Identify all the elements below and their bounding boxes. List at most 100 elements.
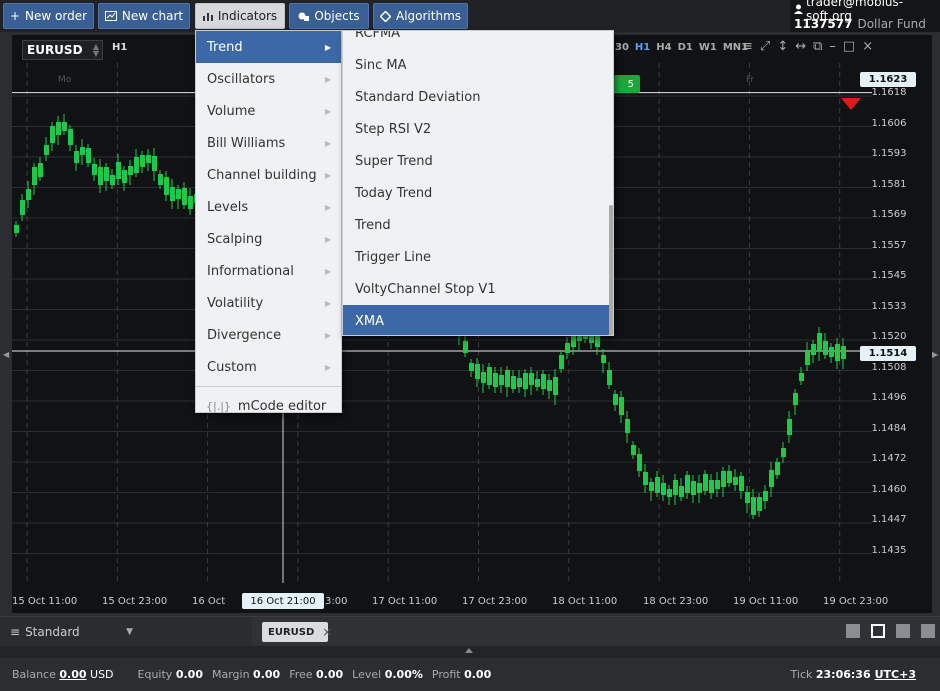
submenu-item-today-trend[interactable]: Today Trend <box>343 177 609 209</box>
workspace-selector[interactable]: ≡ Standard ▼ <box>0 617 148 646</box>
price-box-current: 1.1514 <box>860 346 916 361</box>
submenu-arrow-icon: ▶ <box>324 170 331 180</box>
submenu-item-sinc-ma[interactable]: Sinc MA <box>343 49 609 81</box>
close-icon[interactable]: × <box>862 39 873 54</box>
candle <box>631 445 636 455</box>
candle <box>829 347 834 357</box>
candle <box>721 471 726 487</box>
panel-toggle-strip[interactable] <box>0 646 940 658</box>
vertical-scale-icon[interactable]: ↕ <box>777 39 788 54</box>
maximize-icon[interactable]: □ <box>843 39 855 54</box>
balance-value[interactable]: 0.00 <box>59 668 86 681</box>
current-timeframe: H1 <box>112 42 128 53</box>
trend-submenu: RCFMA Sinc MA Standard Deviation Step RS… <box>342 30 614 336</box>
menu-item-channel-building[interactable]: Channel building ▶ <box>196 159 341 191</box>
expand-panel-icon[interactable] <box>465 648 473 653</box>
layout-single-icon[interactable] <box>846 624 860 638</box>
timeframe-h4[interactable]: H4 <box>653 42 674 53</box>
submenu-arrow-icon: ▶ <box>324 74 331 84</box>
cursor-time-box: 16 Oct 21:00 <box>242 593 324 609</box>
diamond-icon <box>379 10 391 22</box>
timeframe-30[interactable]: 30 <box>612 42 632 53</box>
expand-icon[interactable]: ⤢ <box>760 39 770 54</box>
objects-button[interactable]: Objects <box>289 3 369 29</box>
green-marker[interactable]: 5 <box>614 75 640 93</box>
candle <box>565 343 570 353</box>
menu-item-levels[interactable]: Levels ▶ <box>196 191 341 223</box>
submenu-item-trend[interactable]: Trend <box>343 209 609 241</box>
submenu-item-step-rsi-v2[interactable]: Step RSI V2 <box>343 113 609 145</box>
popout-icon[interactable]: ⧉ <box>813 39 822 54</box>
candle <box>613 394 618 405</box>
plus-icon: + <box>9 9 21 23</box>
timeframe-d1[interactable]: D1 <box>675 42 696 53</box>
candle <box>667 489 672 497</box>
submenu-arrow-icon: ▶ <box>324 362 331 372</box>
menu-item-informational[interactable]: Informational ▶ <box>196 255 341 287</box>
candle <box>128 166 133 175</box>
menu-item-custom[interactable]: Custom ▶ <box>196 351 341 383</box>
chart-tabs-bar: ≡ Standard ▼ EURUSD × <box>0 616 940 646</box>
candle <box>595 335 600 347</box>
menu-item-divergence[interactable]: Divergence ▶ <box>196 319 341 351</box>
new-order-button[interactable]: + New order <box>3 3 94 29</box>
chart-type-icon[interactable]: ≡ <box>742 39 753 54</box>
submenu-item-super-trend[interactable]: Super Trend <box>343 145 609 177</box>
submenu-item-xma[interactable]: XMA <box>343 305 609 335</box>
symbol-selector[interactable]: EURUSD ▲ ▼ <box>22 40 103 60</box>
menu-item-volume[interactable]: Volume ▶ <box>196 95 341 127</box>
red-marker-icon[interactable] <box>841 98 861 110</box>
menu-item-trend[interactable]: Trend ▶ <box>196 31 341 63</box>
list-icon: ≡ <box>10 624 21 639</box>
menu-item-bill-williams[interactable]: Bill Williams ▶ <box>196 127 341 159</box>
layout-columns-icon[interactable] <box>896 624 910 638</box>
candle <box>799 373 804 381</box>
timeframe-h1[interactable]: H1 <box>632 42 653 53</box>
menu-item-mcode-editor[interactable]: {|.|} mCode editor <box>196 390 341 422</box>
timezone-selector[interactable]: UTC+3 <box>875 668 916 681</box>
new-chart-button[interactable]: New chart <box>98 3 190 29</box>
horizontal-scale-icon[interactable]: ↔ <box>795 39 806 54</box>
chart-icon <box>104 11 117 21</box>
minimize-icon[interactable]: – <box>829 39 836 54</box>
submenu-arrow-icon: ▶ <box>324 42 331 52</box>
candle <box>547 380 552 391</box>
equity-item: Equity 0.00 <box>137 668 203 681</box>
candle <box>751 497 756 515</box>
account-id: 1137577 <box>794 16 853 31</box>
price-label: 1.1447 <box>871 514 907 525</box>
submenu-item-rcfma[interactable]: RCFMA <box>343 31 609 49</box>
account-info[interactable]: trader@mobius-soft.org 1137577 Dollar Fu… <box>790 0 940 32</box>
price-label: 1.1593 <box>871 148 907 159</box>
time-label: 17 Oct 23:00 <box>462 596 528 607</box>
algorithms-button[interactable]: Algorithms <box>373 3 468 29</box>
layout-grid-icon[interactable] <box>871 624 885 638</box>
candle <box>757 497 762 511</box>
chart-tab-eurusd[interactable]: EURUSD × <box>262 622 332 642</box>
submenu-item-voltychannel-stop-v1[interactable]: VoltyChannel Stop V1 <box>343 273 609 305</box>
indicators-button[interactable]: Indicators <box>195 3 285 29</box>
submenu-scrollbar[interactable] <box>609 205 613 335</box>
candle <box>685 475 690 493</box>
candle <box>86 148 91 163</box>
candle <box>511 376 516 389</box>
candle <box>601 355 606 363</box>
workspace-pane: ≡ Standard ▼ <box>0 617 252 646</box>
price-label: 1.1533 <box>871 300 907 312</box>
menu-item-volatility[interactable]: Volatility ▶ <box>196 287 341 319</box>
left-collapse-icon[interactable]: ◀ <box>3 350 9 359</box>
candle <box>607 370 612 385</box>
close-tab-icon[interactable]: × <box>322 625 332 639</box>
submenu-item-standard-deviation[interactable]: Standard Deviation <box>343 81 609 113</box>
candle <box>673 480 678 495</box>
right-collapse-icon[interactable]: ▶ <box>932 350 938 359</box>
candle <box>98 167 103 185</box>
candle <box>104 167 109 181</box>
shapes-icon <box>298 11 310 21</box>
submenu-item-trigger-line[interactable]: Trigger Line <box>343 241 609 273</box>
timeframe-w1[interactable]: W1 <box>696 42 720 53</box>
candle <box>691 481 696 495</box>
menu-item-scalping[interactable]: Scalping ▶ <box>196 223 341 255</box>
layout-rows-icon[interactable] <box>921 624 935 638</box>
menu-item-oscillators[interactable]: Oscillators ▶ <box>196 63 341 95</box>
